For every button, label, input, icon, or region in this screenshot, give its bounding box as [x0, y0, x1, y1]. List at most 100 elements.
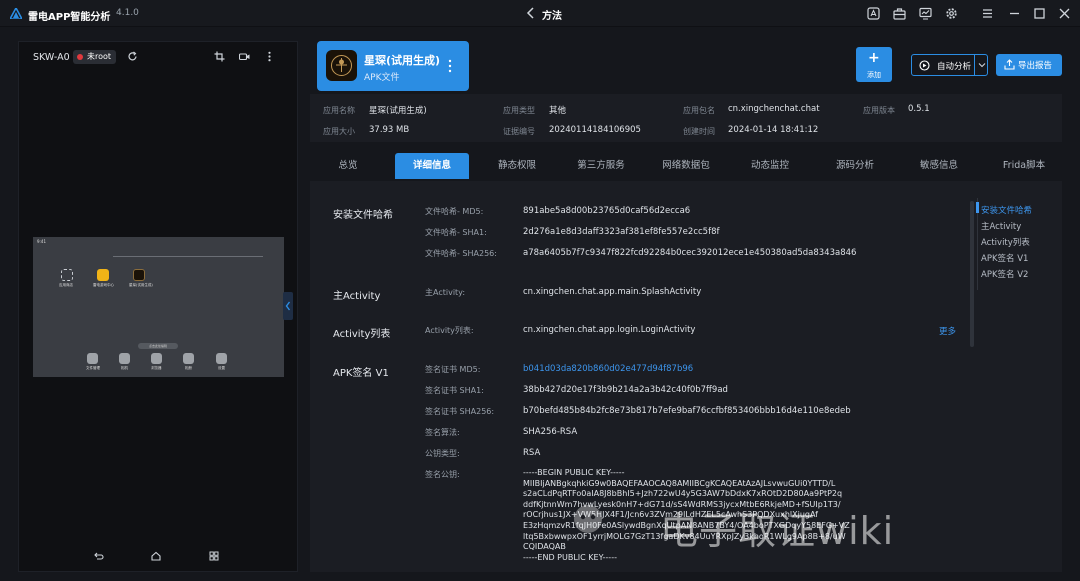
dock-file-manager-icon[interactable] — [87, 353, 98, 364]
tab-static-permissions[interactable]: 静态权限 — [486, 153, 548, 179]
dock-label: 浏览器 — [151, 366, 162, 370]
info-created-time: 2024-01-14 18:41:12 — [728, 125, 819, 135]
field-label: 主Activity: — [425, 288, 466, 297]
section-title: Activity列表 — [333, 329, 391, 340]
minimize-icon[interactable] — [1008, 7, 1021, 20]
add-button[interactable]: + 添加 — [856, 47, 892, 82]
record-video-icon[interactable] — [239, 51, 250, 62]
app-version: 4.1.0 — [116, 8, 139, 18]
xingchen-app-icon[interactable] — [133, 269, 145, 281]
section-title: 安装文件哈希 — [333, 210, 393, 221]
tab-bar: 总览 详细信息 静态权限 第三方服务 网络数据包 动态监控 源码分析 敏感信息 … — [310, 153, 1062, 179]
info-key: 应用大小 — [323, 127, 355, 136]
file-md5-value: 891abe5a8d00b23765d0caf56d2ecca6 — [523, 206, 691, 216]
anchor-activity-list[interactable]: Activity列表 — [981, 236, 1030, 248]
export-report-label: 导出报告 — [1018, 61, 1053, 71]
app-store-icon[interactable] — [61, 269, 73, 281]
info-size: 37.93 MB — [369, 125, 410, 135]
app-window: 雷电APP智能分析 4.1.0 方法 SKW-A0 未root 9:41 应用商… — [0, 0, 1080, 581]
dock-label: 相册 — [185, 366, 192, 370]
more-link[interactable]: 更多 — [939, 325, 956, 337]
cert-md5-link[interactable]: b041d03da820b860d02e477d94f87b96 — [523, 364, 693, 374]
game-center-icon[interactable] — [97, 269, 109, 281]
collapse-panel-chevron-icon[interactable] — [283, 292, 293, 320]
root-status-label: 未root — [87, 52, 112, 61]
auto-analyze-button[interactable]: 自动分析 — [911, 54, 988, 76]
info-key: 应用类型 — [503, 106, 535, 115]
nav-home-icon[interactable] — [151, 551, 161, 561]
device-screen[interactable]: 9:41 应用商店 雷电游戏中心 星琛(试用生成) 点击此处编辑 文件管理 相机… — [33, 237, 284, 377]
app-logo-icon — [10, 8, 22, 19]
info-key: 证据编号 — [503, 127, 535, 136]
chevron-down-icon — [978, 63, 986, 68]
app-card-type: APK文件 — [364, 73, 400, 83]
section-title: APK签名 V1 — [333, 368, 389, 379]
device-search-bar — [113, 251, 263, 257]
info-app-type: 其他 — [549, 106, 567, 116]
tab-details[interactable]: 详细信息 — [395, 153, 469, 179]
anchor-hash[interactable]: 安装文件哈希 — [981, 204, 1032, 216]
tab-overview[interactable]: 总览 — [320, 153, 376, 179]
info-evidence-no: 20240114184106905 — [549, 125, 641, 135]
info-key: 创建时间 — [683, 127, 715, 136]
field-label: 文件哈希- SHA256: — [425, 249, 497, 258]
field-label: 文件哈希- SHA1: — [425, 228, 487, 237]
card-more-icon[interactable] — [447, 58, 453, 74]
key-type-value: RSA — [523, 448, 541, 458]
cert-sha256-value: b70befd485b84b2fc8e73b817b7efe9baf76ccfb… — [523, 406, 851, 416]
maximize-icon[interactable] — [1033, 7, 1046, 20]
details-content: 安装文件哈希 文件哈希- MD5: 891abe5a8d00b23765d0ca… — [310, 181, 1062, 572]
nav-recents-icon[interactable] — [209, 551, 219, 561]
field-label: 签名公钥: — [425, 470, 460, 479]
section-title: 主Activity — [333, 291, 381, 302]
auto-analyze-label: 自动分析 — [937, 62, 972, 72]
tab-source[interactable]: 源码分析 — [827, 153, 883, 179]
dock-settings-icon[interactable] — [216, 353, 227, 364]
app-card[interactable]: 星琛(试用生成) APK文件 — [317, 41, 469, 91]
close-icon[interactable] — [1058, 7, 1071, 20]
info-key: 应用版本 — [863, 106, 895, 115]
app-info-panel: 应用名称 星琛(试用生成) 应用类型 其他 应用包名 cn.xingchench… — [310, 94, 1062, 142]
toolbox-icon[interactable] — [893, 7, 906, 20]
anchor-sign-v2[interactable]: APK签名 V2 — [981, 268, 1028, 280]
anchor-main-activity[interactable]: 主Activity — [981, 220, 1021, 232]
plus-icon: + — [868, 50, 880, 66]
content-scrollbar[interactable] — [970, 201, 974, 347]
nav-back-icon[interactable] — [94, 551, 104, 561]
dock-gallery-icon[interactable] — [183, 353, 194, 364]
page-title: 方法 — [542, 11, 562, 22]
tab-third-party[interactable]: 第三方服务 — [569, 153, 633, 179]
tab-frida[interactable]: Frida脚本 — [996, 153, 1052, 179]
settings-gear-icon[interactable] — [945, 7, 958, 20]
device-screen-time: 9:41 — [37, 239, 46, 244]
info-key: 应用名称 — [323, 106, 355, 115]
device-hint-pill: 点击此处编辑 — [138, 343, 178, 349]
device-name: SKW-A0 — [33, 52, 70, 63]
field-label: 文件哈希- MD5: — [425, 207, 484, 216]
back-icon[interactable] — [524, 6, 538, 20]
auto-analyze-dropdown[interactable] — [974, 55, 988, 75]
refresh-icon[interactable] — [127, 51, 138, 62]
anchor-sign-v1[interactable]: APK签名 V1 — [981, 252, 1028, 264]
dock-browser-icon[interactable] — [151, 353, 162, 364]
menu-icon[interactable] — [981, 7, 994, 20]
translate-icon[interactable] — [867, 7, 880, 20]
tab-dynamic[interactable]: 动态监控 — [742, 153, 798, 179]
monitor-icon[interactable] — [919, 7, 932, 20]
dock-label: 相机 — [121, 366, 128, 370]
more-options-icon[interactable] — [264, 51, 275, 62]
crop-screenshot-icon[interactable] — [214, 51, 225, 62]
dock-label: 文件管理 — [86, 366, 100, 370]
file-sha1-value: 2d276a1e8d3daff3323af381ef8fe557e2cc5f8f — [523, 227, 720, 237]
activity-list-value: cn.xingchen.chat.app.login.LoginActivity — [523, 325, 696, 335]
sign-algorithm-value: SHA256-RSA — [523, 427, 578, 437]
field-label: 签名证书 MD5: — [425, 365, 481, 374]
tab-sensitive[interactable]: 敏感信息 — [911, 153, 967, 179]
title-bar: 雷电APP智能分析 4.1.0 方法 — [0, 0, 1080, 27]
export-report-button[interactable]: 导出报告 — [996, 54, 1062, 76]
cert-sha1-value: 38bb427d20e17f3b9b214a2a3b42c40f0b7ff9ad — [523, 385, 728, 395]
dock-camera-icon[interactable] — [119, 353, 130, 364]
tab-network[interactable]: 网络数据包 — [654, 153, 718, 179]
add-button-label: 添加 — [867, 71, 881, 79]
file-sha256-value: a78a6405b7f7c9347f822fcd92284b0cec392012… — [523, 248, 857, 258]
